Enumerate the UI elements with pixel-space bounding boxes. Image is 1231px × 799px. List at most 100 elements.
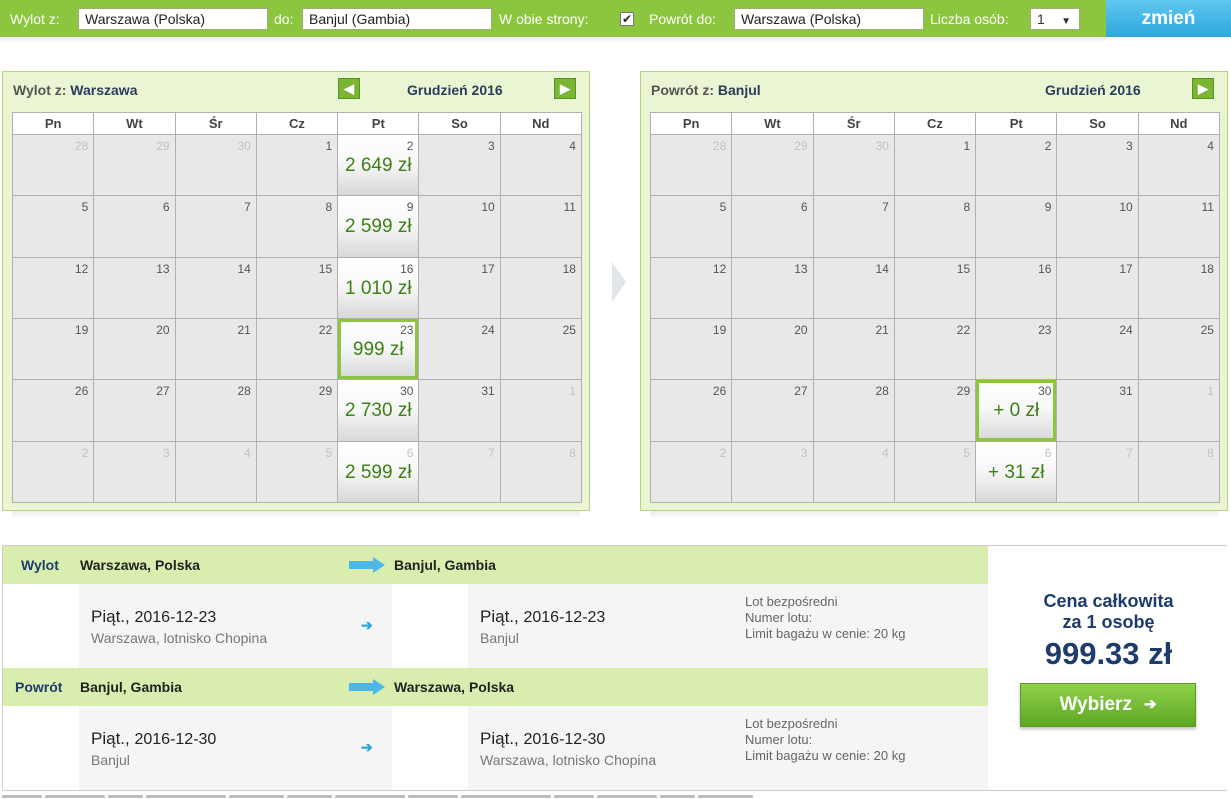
total-price-box: Cena całkowita za 1 osobę 999.33 zł Wybi…	[990, 546, 1227, 790]
change-search-button[interactable]: zmień	[1106, 0, 1231, 37]
outbound-day-cell: 28	[175, 380, 256, 441]
outbound-departure-place: Warszawa, lotnisko Chopina	[91, 630, 268, 646]
outbound-day-cell: 8	[256, 196, 338, 257]
return-day-price: + 31 zł	[988, 461, 1045, 483]
from-input[interactable]: Warszawa (Polska)	[78, 8, 268, 30]
outbound-day-cell[interactable]: 2 2 649 zł	[338, 135, 419, 196]
return-day-cell: 26	[651, 380, 732, 441]
return-day-number: 28	[712, 139, 727, 153]
return-leg-details: Piąt., 2016-12-30 Banjul ➔ Piąt., 2016-1…	[3, 706, 988, 790]
return-day-cell: 6	[732, 196, 813, 257]
return-day-number: 31	[1119, 384, 1133, 399]
return-leg-header: Powrót Banjul, Gambia Warszawa, Polska	[3, 668, 988, 706]
return-day-cell: 19	[651, 318, 732, 380]
return-day-cell: 13	[732, 257, 813, 318]
outbound-leg-to: Banjul, Gambia	[394, 557, 496, 573]
return-day-number: 4	[882, 445, 889, 460]
return-day-cell[interactable]: 30 + 0 zł	[976, 380, 1057, 441]
select-flight-button-label: Wybierz	[1059, 694, 1132, 715]
outbound-day-cell: 12	[13, 257, 94, 318]
outbound-next-month-button[interactable]: ▶	[554, 78, 576, 99]
return-day-cell: 11	[1138, 196, 1219, 257]
outbound-day-price: 2 730 zł	[345, 400, 412, 422]
return-day-number: 18	[1200, 261, 1214, 276]
small-arrow-right-icon: ➔	[361, 617, 373, 633]
return-day-number: 14	[875, 261, 889, 276]
return-day-cell: 29	[732, 135, 813, 196]
to-label: do:	[274, 11, 294, 27]
outbound-departure-date: 2016-12-23	[134, 609, 217, 626]
return-day-cell: 24	[1057, 318, 1138, 380]
return-day-cell: 4	[813, 441, 894, 502]
return-day-number: 21	[875, 322, 889, 337]
return-day-number: 10	[1119, 200, 1133, 215]
return-day-cell: 20	[732, 318, 813, 380]
return-input[interactable]: Warszawa (Polska)	[734, 8, 924, 30]
to-input[interactable]: Banjul (Gambia)	[302, 8, 492, 30]
return-day-number: 29	[956, 384, 971, 399]
outbound-day-cell[interactable]: 92 599 zł	[338, 196, 419, 257]
return-day-number: 27	[794, 384, 808, 399]
outbound-day-number: 28	[74, 139, 89, 153]
outbound-day-cell[interactable]: 23 999 zł	[338, 318, 419, 380]
outbound-day-number: 8	[325, 200, 333, 215]
outbound-day-cell: 3	[419, 135, 500, 196]
total-price-label-line2: za 1 osobę	[1062, 612, 1155, 632]
outbound-day-cell[interactable]: 62 599 zł	[338, 441, 419, 502]
outbound-day-cell: 7	[175, 196, 256, 257]
return-day-number: 4	[1207, 139, 1214, 153]
return-day-cell: 2	[976, 135, 1057, 196]
outbound-weekday-header: Pt	[338, 113, 419, 134]
return-next-month-button[interactable]: ▶	[1192, 78, 1214, 99]
outbound-baggage-limit: Limit bagażu w cenie: 20 kg	[745, 626, 906, 641]
return-day-number: 11	[1201, 200, 1214, 215]
outbound-prev-month-button[interactable]: ◀	[338, 78, 360, 99]
return-day-number: 30	[1038, 384, 1052, 399]
return-flight-number: Numer lotu:	[745, 732, 813, 747]
outbound-day-cell: 4	[175, 441, 256, 502]
outbound-calendar: Wylot z: Warszawa ◀ Grudzień 2016 ▶ Pn Wt…	[2, 71, 590, 511]
total-price-label: Cena całkowita za 1 osobę	[990, 591, 1227, 633]
outbound-arrival-place: Banjul	[480, 630, 519, 646]
outbound-day-price: 999 zł	[352, 338, 404, 360]
outbound-day-number: 28	[237, 384, 251, 399]
return-day-cell: 30	[813, 135, 894, 196]
return-day-cell: 4	[1138, 135, 1219, 196]
outbound-day-number: 30	[400, 384, 414, 399]
return-arrival-date: 2016-12-30	[523, 731, 606, 748]
outbound-day-number: 11	[563, 200, 576, 215]
outbound-day-cell[interactable]: 16 1 010 zł	[338, 257, 419, 318]
outbound-day-number: 19	[74, 322, 89, 337]
chevron-down-icon: ▼	[1061, 16, 1071, 27]
return-day-cell[interactable]: 6 + 31 zł	[976, 441, 1057, 502]
outbound-day-cell: 17	[419, 257, 500, 318]
roundtrip-checkbox[interactable]: ✔	[620, 12, 634, 26]
outbound-day-number: 2	[406, 139, 414, 153]
passengers-label: Liczba osób:	[930, 11, 1009, 27]
outbound-arrival-date: 2016-12-23	[523, 609, 606, 626]
return-day-number: 13	[794, 261, 808, 276]
outbound-flight-number: Numer lotu:	[745, 610, 813, 625]
return-day-number: 9	[1044, 200, 1052, 215]
outbound-day-cell: 11	[500, 196, 581, 257]
return-day-cell: 28	[813, 380, 894, 441]
outbound-day-number: 24	[481, 322, 495, 337]
small-arrow-right-icon: ➔	[361, 739, 373, 755]
outbound-weekday-header: So	[419, 113, 500, 134]
outbound-day-price: 2 599 zł	[345, 216, 412, 238]
outbound-day-cell: 31	[419, 380, 500, 441]
outbound-day-cell: 10	[419, 196, 500, 257]
return-weekday-header: Pt	[976, 113, 1057, 134]
passengers-select[interactable]: 1 ▼	[1030, 8, 1080, 30]
select-flight-button[interactable]: Wybierz ➔	[1020, 683, 1196, 727]
return-day-cell: 29	[894, 380, 976, 441]
return-day-number: 1	[963, 139, 971, 153]
return-weekday-header: Wt	[732, 113, 813, 134]
outbound-weekday-header: Nd	[500, 113, 581, 134]
outbound-day-number: 13	[156, 261, 170, 276]
outbound-day-number: 12	[74, 261, 89, 276]
return-weekday-header: So	[1057, 113, 1138, 134]
outbound-departure-day: Piąt.,	[91, 607, 130, 626]
outbound-day-cell[interactable]: 30 2 730 zł	[338, 380, 419, 441]
return-calendar-grid: Pn Wt Śr Cz Pt So Nd 28 29 30 1 2 3 4 5 6 7 8 9 10 11 12 13 14 1…	[650, 112, 1220, 503]
